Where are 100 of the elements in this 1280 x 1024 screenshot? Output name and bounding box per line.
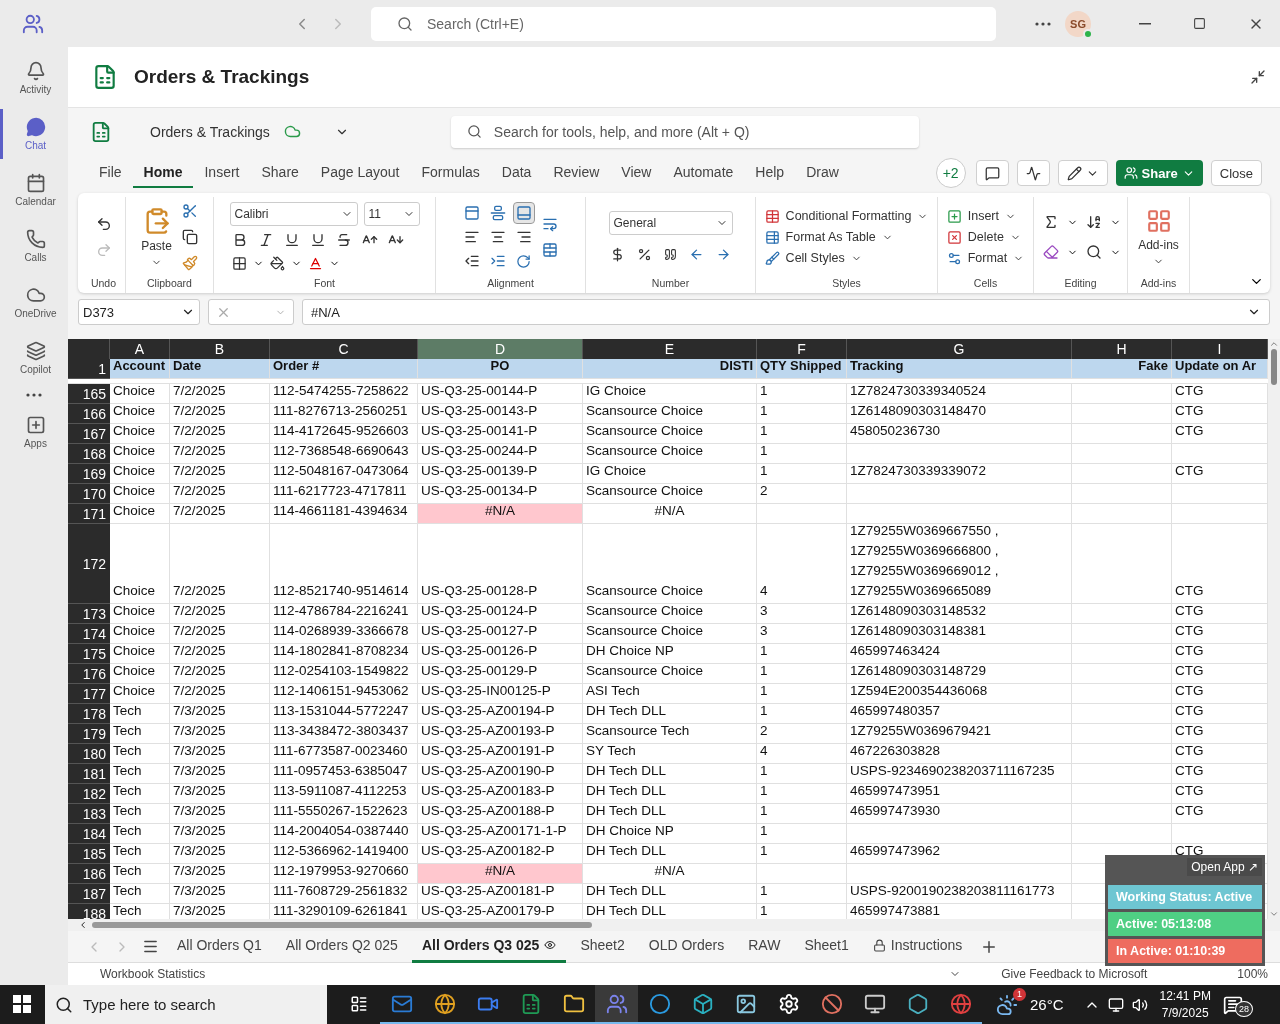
column-header[interactable]: E [583, 339, 757, 359]
styles-button[interactable]: Conditional Formatting [762, 207, 931, 225]
menu-tab[interactable]: Review [542, 158, 611, 188]
row-number[interactable]: 167 [68, 424, 110, 444]
rail-item[interactable]: Apps [0, 407, 68, 457]
row-number[interactable]: 173 [68, 604, 110, 624]
row-number[interactable]: 165 [68, 384, 110, 404]
styles-button[interactable]: Format As Table [762, 228, 895, 246]
column-header[interactable]: G [847, 339, 1072, 359]
row-number[interactable]: 178 [68, 704, 110, 724]
table-cell: Tech [110, 824, 170, 844]
row-number[interactable]: 183 [68, 804, 110, 824]
table-cell: 111-5550267-1522623 [270, 804, 418, 824]
name-box[interactable]: D373 [78, 299, 200, 325]
row-number[interactable]: 181 [68, 764, 110, 784]
styles-button[interactable]: Cell Styles [762, 249, 864, 267]
column-header[interactable]: I [1172, 339, 1268, 359]
column-header[interactable]: A [110, 339, 170, 359]
table-cell: US-Q3-25-00129-P [418, 664, 583, 684]
menu-tab[interactable]: Automate [662, 158, 745, 188]
avatar[interactable]: SG [1065, 10, 1091, 37]
search-field[interactable]: Search (Ctrl+E) [371, 6, 996, 41]
collaborators-button[interactable]: +2 [935, 158, 966, 188]
feedback-link[interactable]: Give Feedback to Microsoft [1001, 967, 1148, 981]
row-number[interactable]: 182 [68, 784, 110, 804]
sheet-tab[interactable]: OLD Orders [638, 930, 735, 963]
share-button[interactable]: Share [1115, 160, 1203, 186]
row-number[interactable]: 168 [68, 444, 110, 464]
row-number[interactable]: 187 [68, 884, 110, 904]
sheet-tab[interactable]: RAW [738, 930, 791, 963]
menu-tab[interactable]: Page Layout [309, 158, 411, 188]
table-cell: 7/2/2025 [170, 604, 270, 624]
open-app-button[interactable]: Open App ↗ [1187, 858, 1262, 876]
rail-item[interactable]: Calls [0, 221, 68, 271]
table-cell: IG Choice [583, 384, 757, 404]
table-cell: 1 [757, 644, 847, 664]
font-name-dropdown[interactable]: Calibri [229, 201, 358, 226]
cells-button[interactable]: Format [944, 249, 1027, 267]
clock-time: 12:41 PM [1159, 987, 1211, 1005]
row-number[interactable]: 171 [68, 504, 110, 524]
table-cell: 1 [757, 844, 847, 864]
cells-button[interactable]: Insert [944, 207, 1018, 225]
menu-tab[interactable]: Formulas [410, 158, 491, 188]
menu-tab[interactable]: Home [132, 158, 194, 188]
column-header[interactable]: B [170, 339, 270, 359]
menu-tab[interactable]: Help [744, 158, 796, 188]
search-field[interactable]: Search for tools, help, and more (Alt + Q) [450, 115, 919, 148]
rail-item[interactable]: OneDrive [0, 277, 68, 327]
rail-item[interactable]: Calendar [0, 165, 68, 215]
number-format-dropdown[interactable]: General [608, 210, 733, 235]
rail-item[interactable]: Copilot [0, 333, 68, 383]
column-header[interactable]: H [1072, 339, 1172, 359]
row-number[interactable]: 170 [68, 484, 110, 504]
sheet-tab[interactable]: Instructions [862, 930, 973, 963]
column-header[interactable]: F [757, 339, 847, 359]
table-cell: Choice [110, 524, 170, 604]
font-size-dropdown[interactable]: 11 [363, 201, 420, 226]
add-ins-button[interactable]: Add-ins [1136, 205, 1181, 269]
search-field[interactable]: Type here to search [45, 985, 327, 1024]
paste-button[interactable]: Paste [139, 204, 174, 270]
menu-tab[interactable]: Draw [795, 158, 850, 188]
row-number[interactable]: 188 [68, 904, 110, 919]
formula-field[interactable]: #N/A [302, 299, 1270, 325]
cells-button[interactable]: Delete [944, 228, 1023, 246]
table-cell: Choice [110, 464, 170, 484]
column-header[interactable]: C [270, 339, 418, 359]
column-header[interactable]: D [418, 339, 583, 359]
table-cell: Choice [110, 664, 170, 684]
row-number[interactable]: 186 [68, 864, 110, 884]
sheet-tab[interactable]: Sheet2 [570, 930, 635, 963]
menu-tab[interactable]: Insert [193, 158, 251, 188]
table-cell: US-Q3-25-00127-P [418, 624, 583, 644]
row-number[interactable]: 176 [68, 664, 110, 684]
table-cell: 7/2/2025 [170, 504, 270, 524]
row-number[interactable]: 169 [68, 464, 110, 484]
menu-tab[interactable]: Share [250, 158, 310, 188]
close-button[interactable]: Close [1210, 160, 1262, 186]
sheet-tab[interactable]: All Orders Q1 [167, 930, 272, 963]
menu-tab[interactable]: File [88, 158, 133, 188]
rail-item[interactable]: Activity [0, 53, 68, 103]
table-cell: US-Q3-25-AZ00191-P [418, 744, 583, 764]
row-number[interactable]: 180 [68, 744, 110, 764]
row-number[interactable]: 179 [68, 724, 110, 744]
sheet-tab[interactable]: All Orders Q2 025 [275, 930, 408, 963]
group-label: Clipboard [146, 277, 193, 291]
row-number[interactable]: 175 [68, 644, 110, 664]
row-number[interactable]: 1 [68, 359, 110, 379]
row-number[interactable]: 166 [68, 404, 110, 424]
table-cell: 1 [757, 784, 847, 804]
row-number[interactable]: 185 [68, 844, 110, 864]
table-cell: 7/2/2025 [170, 424, 270, 444]
row-number[interactable]: 177 [68, 684, 110, 704]
row-number[interactable]: 184 [68, 824, 110, 844]
menu-tab[interactable]: View [610, 158, 663, 188]
row-number[interactable]: 174 [68, 624, 110, 644]
menu-tab[interactable]: Data [490, 158, 543, 188]
table-cell: 114-0268939-3366678 [270, 624, 418, 644]
sheet-tab[interactable]: Sheet1 [794, 930, 859, 963]
row-number[interactable]: 172 [68, 524, 110, 604]
workbook-name[interactable]: Orders & Trackings [150, 123, 270, 140]
